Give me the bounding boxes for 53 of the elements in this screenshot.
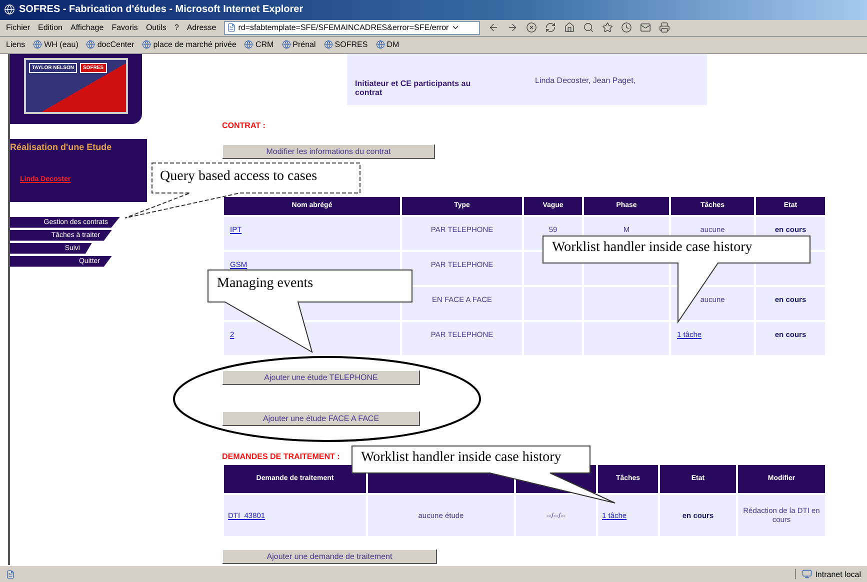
links-label: Liens (6, 40, 26, 50)
stop-icon[interactable] (526, 22, 538, 34)
back-icon[interactable] (488, 22, 500, 34)
globe-icon[interactable] (324, 40, 333, 50)
history-icon[interactable] (621, 22, 632, 34)
participants-value: Linda Decoster, Jean Paget, (535, 76, 636, 85)
menu-item[interactable]: Favoris (112, 23, 138, 32)
globe-icon[interactable] (86, 40, 96, 50)
address-text: rd=sfabtemplate=SFE/SFEMAINCADRES&error=SFE/error (238, 23, 449, 32)
globe-icon[interactable] (282, 40, 291, 50)
callout-text: Worklist handler inside case history (361, 450, 562, 466)
favorite-link[interactable]: docCenter (86, 40, 134, 50)
add-study-button[interactable]: Ajouter une étude TELEPHONE (222, 370, 420, 385)
mail-icon[interactable] (640, 22, 652, 34)
globe-icon[interactable] (142, 40, 152, 50)
globe-icon[interactable] (376, 40, 385, 50)
search-icon[interactable] (583, 22, 594, 34)
callout-text: Worklist handler inside case history (552, 240, 752, 256)
edit-contract-button[interactable]: Modifier les informations du contrat (222, 144, 435, 159)
favorite-link[interactable]: DM (376, 40, 400, 50)
page-icon[interactable] (227, 23, 236, 32)
print-icon[interactable] (659, 22, 670, 34)
browser-icon[interactable] (4, 4, 15, 16)
address-field[interactable]: rd=sfabtemplate=SFE/SFEMAINCADRES&error=SFE/error (224, 20, 480, 35)
favorite-link[interactable]: WH (eau) (33, 40, 78, 50)
zone-text: Intranet local (815, 570, 861, 579)
window-title: SOFRES - Fabrication d'études - Microsoft Internet Explorer (19, 4, 304, 16)
favorite-link[interactable]: Prénal (282, 40, 316, 50)
page-icon[interactable] (6, 570, 15, 579)
add-request-button[interactable]: Ajouter une demande de traitement (222, 548, 437, 564)
address-label: Adresse (186, 23, 216, 32)
callout-text: Managing events (217, 276, 314, 292)
menu-item[interactable]: Fichier (6, 23, 30, 32)
menu-item[interactable]: Outils (146, 23, 166, 32)
menu-item[interactable]: Affichage (70, 23, 104, 32)
favorite-link[interactable]: CRM (244, 40, 274, 50)
globe-icon[interactable] (244, 40, 254, 50)
home-icon[interactable] (564, 22, 576, 34)
globe-icon[interactable] (33, 40, 42, 50)
section-heading: DEMANDES DE TRAITEMENT : (222, 452, 340, 462)
add-study-button[interactable]: Ajouter une étude FACE A FACE (222, 410, 420, 426)
menu-item[interactable]: ? (174, 23, 179, 32)
menu-item[interactable]: Edition (38, 23, 62, 32)
favorite-link[interactable]: place de marché privée (142, 40, 236, 50)
section-title: Réalisation d'une Etude (10, 142, 113, 152)
favorite-link[interactable]: SOFRES (324, 40, 368, 50)
section-heading: CONTRAT : (222, 120, 266, 131)
refresh-icon[interactable] (545, 22, 556, 34)
star-icon[interactable] (602, 22, 614, 34)
computer-icon[interactable] (802, 569, 812, 580)
participants-label: Initiateur et CE participants au contrat (355, 78, 472, 97)
forward-icon[interactable] (507, 22, 518, 34)
callout-text: Query based access to cases (160, 169, 318, 185)
